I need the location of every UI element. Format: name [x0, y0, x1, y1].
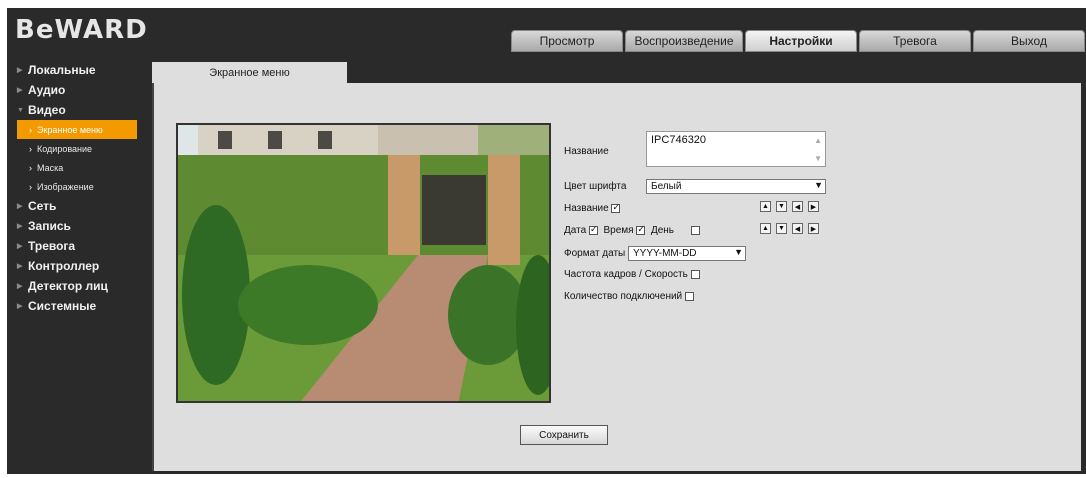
sidebar: ▶ Локальные ▶ Аудио ▼ Видео › Экранное меню …	[7, 60, 147, 316]
font-color-select[interactable]: Белый ▼	[646, 179, 826, 194]
name-value: IPC746320	[651, 134, 707, 146]
sidebar-item-label: Аудио	[28, 83, 66, 97]
sidebar-item-label: Запись	[28, 219, 71, 233]
arrow-left-icon[interactable]: ◀	[792, 201, 803, 212]
triangle-right-icon: ▶	[17, 283, 23, 290]
sidebar-item-label: Видео	[28, 103, 66, 117]
sidebar-item-video[interactable]: ▼ Видео	[7, 100, 147, 120]
sidebar-item-label: Тревога	[28, 239, 76, 253]
arrow-right-icon[interactable]: ▶	[808, 223, 819, 234]
scroll-down-icon[interactable]: ▼	[814, 154, 822, 163]
show-name-label: Название	[564, 203, 609, 214]
fps-checkbox[interactable]	[690, 269, 700, 279]
sidebar-item-local[interactable]: ▶ Локальные	[7, 60, 147, 80]
scroll-up-icon[interactable]: ▲	[814, 136, 822, 145]
name-position-buttons: ▲ ▼ ◀ ▶	[760, 201, 824, 212]
top-navigation: Просмотр Воспроизведение Настройки Трево…	[511, 30, 1086, 52]
tab-logout[interactable]: Выход	[973, 30, 1085, 52]
chevron-right-icon: ›	[29, 124, 32, 135]
tab-playback[interactable]: Воспроизведение	[625, 30, 743, 52]
chevron-right-icon: ›	[29, 143, 32, 154]
sidebar-subitem-osd[interactable]: › Экранное меню	[17, 120, 137, 139]
sidebar-item-system[interactable]: ▶ Системные	[7, 296, 147, 316]
sidebar-subitem-label: Изображение	[37, 181, 94, 192]
triangle-right-icon: ▶	[17, 243, 23, 250]
camera-scene-image	[178, 125, 549, 401]
triangle-right-icon: ▶	[17, 263, 23, 270]
chevron-down-icon: ▼	[734, 247, 743, 257]
sidebar-item-label: Системные	[28, 299, 97, 313]
date-row: Дата Время День	[564, 224, 700, 236]
name-textarea[interactable]: IPC746320 ▲ ▼	[646, 131, 826, 167]
font-color-label: Цвет шрифта	[564, 181, 627, 192]
fps-label: Частота кадров / Скорость	[564, 269, 688, 280]
connections-label: Количество подключений	[564, 291, 683, 302]
triangle-down-icon: ▼	[17, 106, 24, 114]
tab-alarm[interactable]: Тревога	[859, 30, 971, 52]
arrow-down-icon[interactable]: ▼	[776, 223, 787, 234]
fps-row: Частота кадров / Скорость	[564, 269, 700, 280]
chevron-right-icon: ›	[29, 181, 32, 192]
sidebar-subitem-label: Экранное меню	[37, 124, 103, 135]
sidebar-subitem-mask[interactable]: › Маска	[7, 158, 147, 177]
sidebar-item-controller[interactable]: ▶ Контроллер	[7, 256, 147, 276]
arrow-down-icon[interactable]: ▼	[776, 201, 787, 212]
app-frame: BeWARD Просмотр Воспроизведение Настройк…	[7, 8, 1086, 474]
arrow-right-icon[interactable]: ▶	[808, 201, 819, 212]
date-checkbox[interactable]	[588, 224, 598, 235]
sidebar-item-audio[interactable]: ▶ Аудио	[7, 80, 147, 100]
sidebar-item-alarm[interactable]: ▶ Тревога	[7, 236, 147, 256]
day-checkbox[interactable]	[690, 225, 700, 235]
date-format-select[interactable]: YYYY-MM-DD ▼	[628, 246, 746, 261]
sidebar-item-network[interactable]: ▶ Сеть	[7, 196, 147, 216]
triangle-right-icon: ▶	[17, 203, 23, 210]
save-button[interactable]: Сохранить	[520, 425, 608, 445]
font-color-value: Белый	[651, 181, 682, 192]
date-format-value: YYYY-MM-DD	[633, 248, 697, 259]
tab-view[interactable]: Просмотр	[511, 30, 623, 52]
sidebar-item-label: Локальные	[28, 63, 96, 77]
sidebar-item-label: Детектор лиц	[28, 279, 108, 293]
date-label: Дата	[564, 225, 587, 236]
video-preview	[176, 123, 551, 403]
chevron-down-icon: ▼	[814, 180, 823, 190]
arrow-up-icon[interactable]: ▲	[760, 223, 771, 234]
show-name-row: Название	[564, 202, 621, 214]
chevron-right-icon: ›	[29, 162, 32, 173]
time-checkbox[interactable]	[636, 224, 646, 235]
sidebar-item-face-detector[interactable]: ▶ Детектор лиц	[7, 276, 147, 296]
sidebar-item-record[interactable]: ▶ Запись	[7, 216, 147, 236]
sidebar-subitem-image[interactable]: › Изображение	[7, 177, 147, 196]
sidebar-item-label: Контроллер	[28, 259, 100, 273]
content-tab-osd[interactable]: Экранное меню	[152, 62, 347, 83]
sidebar-subitem-label: Кодирование	[37, 143, 93, 154]
time-label: Время	[603, 225, 634, 236]
triangle-right-icon: ▶	[17, 223, 23, 230]
sidebar-subitem-encoding[interactable]: › Кодирование	[7, 139, 147, 158]
date-format-label: Формат даты	[564, 248, 626, 259]
triangle-right-icon: ▶	[17, 87, 23, 94]
arrow-up-icon[interactable]: ▲	[760, 201, 771, 212]
arrow-left-icon[interactable]: ◀	[792, 223, 803, 234]
day-label: День	[650, 225, 675, 236]
sidebar-subitem-label: Маска	[37, 162, 64, 173]
tab-settings[interactable]: Настройки	[745, 30, 857, 52]
show-name-checkbox[interactable]	[611, 202, 621, 213]
beward-logo: BeWARD	[15, 15, 148, 45]
date-position-buttons: ▲ ▼ ◀ ▶	[760, 223, 824, 234]
connections-row: Количество подключений	[564, 291, 694, 302]
sidebar-item-label: Сеть	[28, 199, 57, 213]
connections-checkbox[interactable]	[684, 291, 694, 301]
osd-settings-panel: Название IPC746320 ▲ ▼ Цвет шрифта Белый…	[152, 83, 1081, 471]
triangle-right-icon: ▶	[17, 303, 23, 310]
name-label: Название	[564, 146, 609, 157]
triangle-right-icon: ▶	[17, 67, 23, 74]
